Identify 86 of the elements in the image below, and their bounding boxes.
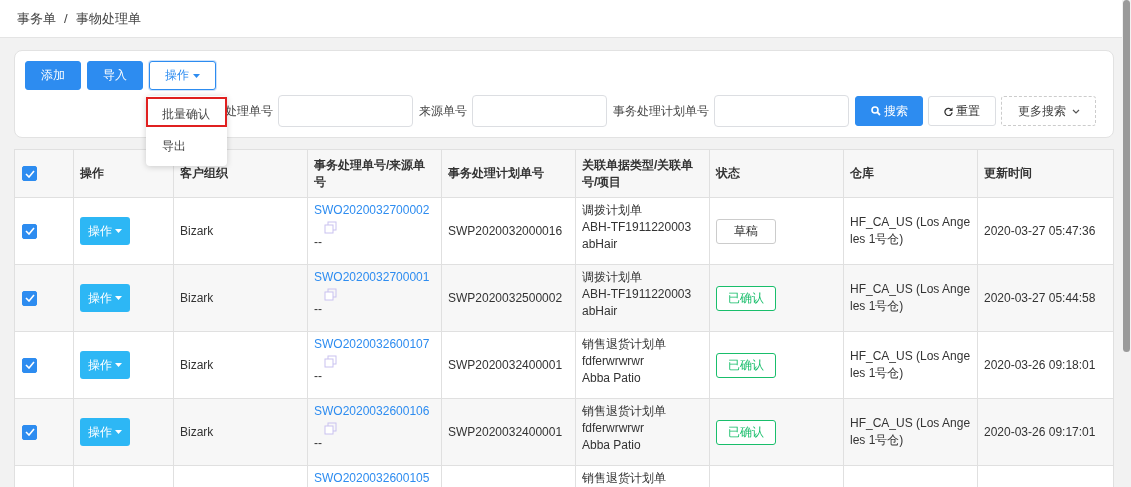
- scrollbar-thumb[interactable]: [1123, 0, 1130, 352]
- table-cell: Abba Patio: [582, 437, 641, 454]
- table-cell: 2020-03-26 09:18:01: [984, 356, 1096, 374]
- column-header: 仓库: [844, 150, 978, 197]
- filter-label: 事务处理计划单号: [613, 102, 709, 120]
- table-cell: --: [314, 234, 322, 251]
- table-cell: HF_CA_US (Los Angeles 1号仓): [850, 281, 972, 315]
- table-cell: fdferwrwrwr: [582, 420, 644, 437]
- row-action-button[interactable]: 操作: [80, 217, 130, 245]
- checkbox[interactable]: [22, 290, 37, 306]
- breadcrumb-item[interactable]: 事务单: [17, 9, 56, 28]
- table-cell: 2020-03-27 05:47:36: [984, 222, 1096, 240]
- table-cell: ABH-TF1911220003: [582, 219, 692, 236]
- table-cell: SWP2020032500002: [448, 289, 563, 307]
- row-action-button[interactable]: 操作: [80, 418, 130, 446]
- table-cell: HF_CA_US (Los Angeles 1号仓): [850, 348, 972, 382]
- copy-icon[interactable]: [324, 422, 337, 435]
- table-cell: 调拨计划单: [582, 202, 642, 219]
- copy-icon[interactable]: [324, 355, 337, 368]
- checkbox[interactable]: [22, 424, 37, 440]
- table-cell: Bizark: [180, 222, 214, 240]
- refresh-icon: [944, 106, 953, 116]
- table-cell: Bizark: [180, 289, 214, 307]
- table-cell: SWP2020032400001: [448, 423, 563, 441]
- table-cell: --: [314, 435, 322, 452]
- filter-input[interactable]: [472, 95, 607, 127]
- table-cell: Bizark: [180, 356, 214, 374]
- column-header: 客户组织: [174, 150, 308, 197]
- table-cell: ABH-TF1911220003: [582, 286, 692, 303]
- filter-button[interactable]: 更多搜索: [1001, 96, 1096, 126]
- table-cell: 2020-03-26 09:17:01: [984, 423, 1096, 441]
- table-cell: abHair: [582, 236, 618, 253]
- table-cell: abHair: [582, 303, 618, 320]
- checkbox[interactable]: [22, 166, 37, 181]
- toolbar-button[interactable]: 导入: [87, 61, 143, 90]
- checkbox[interactable]: [22, 223, 37, 239]
- table-cell: fdferwrwrwr: [582, 353, 644, 370]
- menu-item[interactable]: 批量确认: [146, 97, 227, 127]
- column-header: 事务处理计划单号: [442, 150, 576, 197]
- filter-label: 来源单号: [419, 102, 467, 120]
- column-header: 事务处理单号/来源单号: [308, 150, 442, 197]
- toolbar-button[interactable]: 添加: [25, 61, 81, 90]
- filter-button[interactable]: 搜索: [855, 96, 923, 126]
- caret-icon: [193, 73, 200, 78]
- search-icon: [870, 106, 881, 116]
- table-cell: 调拨计划单: [582, 269, 642, 286]
- table-cell: HF_CA_US (Los Angeles 1号仓): [850, 214, 972, 248]
- breadcrumb-separator: /: [64, 11, 68, 26]
- toolbar-button[interactable]: 操作: [149, 61, 216, 90]
- chevron-down-icon: [1071, 108, 1080, 114]
- status-tag: 已确认: [716, 419, 776, 445]
- table-cell: --: [314, 368, 322, 385]
- order-link[interactable]: SWO2020032600106: [314, 403, 430, 420]
- table-cell: HF_CA_US (Los Angeles 1号仓): [850, 415, 972, 449]
- copy-icon[interactable]: [324, 288, 337, 301]
- status-tag: 已确认: [716, 352, 776, 378]
- filter-button[interactable]: 重置: [928, 96, 996, 126]
- caret-icon: [115, 229, 122, 233]
- table-cell: SWP2020032400001: [448, 356, 563, 374]
- table-cell: Abba Patio: [582, 370, 641, 387]
- checkbox[interactable]: [22, 357, 37, 373]
- table-cell: 销售退货计划单: [582, 336, 666, 353]
- column-header: 状态: [710, 150, 844, 197]
- table-cell: 销售退货计划单: [582, 403, 666, 420]
- table-cell: Bizark: [180, 423, 214, 441]
- order-link[interactable]: SWO2020032700002: [314, 202, 430, 219]
- caret-icon: [115, 363, 122, 367]
- table-cell: SWP2020032000016: [448, 222, 563, 240]
- status-tag: 草稿: [716, 218, 776, 244]
- breadcrumb-item[interactable]: 事物处理单: [75, 9, 141, 28]
- status-tag: 已确认: [716, 285, 776, 311]
- table-cell: 销售退货计划单: [582, 470, 666, 487]
- order-link[interactable]: SWO2020032700001: [314, 269, 430, 286]
- row-action-button[interactable]: 操作: [80, 351, 130, 379]
- column-header: 关联单据类型/关联单号/项目: [576, 150, 710, 197]
- copy-icon[interactable]: [324, 221, 337, 234]
- filter-input[interactable]: [714, 95, 849, 127]
- row-action-button[interactable]: 操作: [80, 284, 130, 312]
- order-link[interactable]: SWO2020032600105: [314, 470, 430, 487]
- filter-input[interactable]: [278, 95, 413, 127]
- order-link[interactable]: SWO2020032600107: [314, 336, 430, 353]
- table-cell: 2020-03-27 05:44:58: [984, 289, 1096, 307]
- column-header: 更新时间: [983, 165, 1033, 182]
- table-cell: --: [314, 301, 322, 318]
- caret-icon: [115, 296, 122, 300]
- caret-icon: [115, 430, 122, 434]
